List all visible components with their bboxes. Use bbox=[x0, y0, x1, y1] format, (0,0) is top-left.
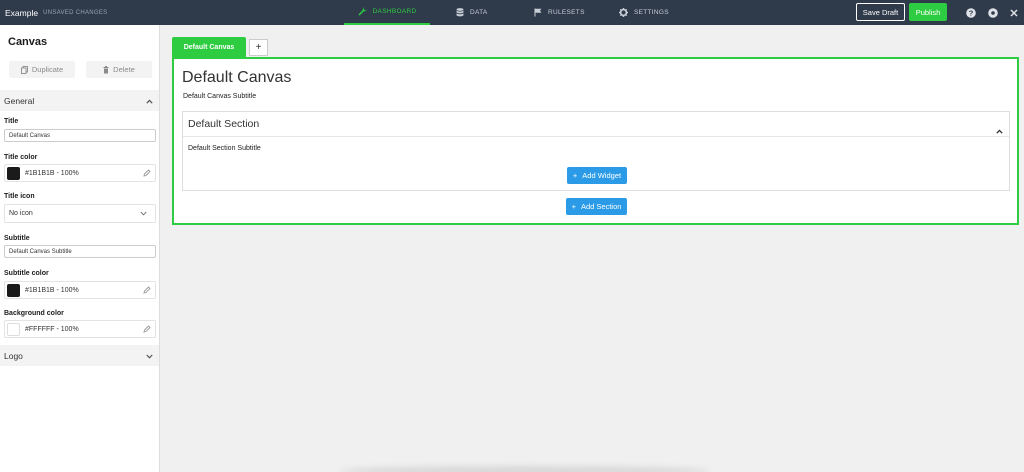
close-icon[interactable] bbox=[1008, 7, 1019, 18]
pencil-icon[interactable] bbox=[143, 325, 151, 335]
help-icon[interactable]: ? bbox=[965, 7, 976, 18]
save-draft-button[interactable]: Save Draft bbox=[856, 3, 905, 21]
database-icon bbox=[456, 8, 464, 17]
settings-circle-icon[interactable] bbox=[987, 7, 998, 18]
plus-icon: + bbox=[571, 202, 576, 211]
title-color-field[interactable]: #1B1B1B - 100% bbox=[4, 164, 156, 182]
canvas-title: Default Canvas bbox=[182, 69, 292, 86]
chevron-down-icon bbox=[146, 351, 153, 361]
app-title: Example bbox=[5, 7, 39, 18]
background-color-value: #FFFFFF - 100% bbox=[25, 325, 79, 333]
nav-tab-dashboard[interactable]: DASHBOARD bbox=[344, 0, 430, 25]
add-tab-button[interactable]: + bbox=[249, 39, 268, 56]
pencil-icon[interactable] bbox=[143, 169, 151, 179]
trash-icon bbox=[103, 65, 109, 74]
properties-sidebar: Canvas Duplicate Delete General Title De… bbox=[0, 25, 160, 472]
add-section-button[interactable]: + Add Section bbox=[566, 198, 627, 215]
subtitle-color-value: #1B1B1B - 100% bbox=[25, 286, 79, 294]
svg-text:?: ? bbox=[968, 8, 973, 17]
chevron-up-icon[interactable] bbox=[996, 121, 1003, 139]
title-icon-label: Title icon bbox=[4, 193, 35, 200]
general-section-header[interactable]: General bbox=[0, 90, 159, 111]
gear-icon bbox=[619, 8, 628, 17]
pencil-icon[interactable] bbox=[143, 286, 151, 296]
section-subtitle: Default Section Subtitle bbox=[188, 145, 261, 152]
background-color-field[interactable]: #FFFFFF - 100% bbox=[4, 320, 156, 338]
subtitle-color-field[interactable]: #1B1B1B - 100% bbox=[4, 281, 156, 299]
title-color-swatch[interactable] bbox=[7, 166, 20, 180]
nav-tab-rulesets[interactable]: RULESETS bbox=[534, 0, 585, 25]
flag-icon bbox=[534, 8, 542, 17]
copy-icon bbox=[20, 65, 28, 74]
duplicate-label: Duplicate bbox=[31, 65, 64, 74]
unsaved-changes-label: UNSAVED CHANGES bbox=[43, 9, 108, 16]
chevron-up-icon bbox=[146, 96, 153, 106]
tab-default-canvas[interactable]: Default Canvas bbox=[172, 37, 246, 57]
nav-label-data: DATA bbox=[470, 9, 488, 16]
background-color-label: Background color bbox=[4, 310, 64, 317]
logo-section-header[interactable]: Logo bbox=[0, 345, 159, 366]
subtitle-input[interactable]: Default Canvas Subtitle bbox=[4, 245, 156, 258]
title-color-label: Title color bbox=[4, 154, 38, 161]
sidebar-title: Canvas bbox=[8, 36, 48, 48]
section-title: Default Section bbox=[188, 118, 260, 130]
title-icon-select[interactable]: No icon bbox=[4, 204, 156, 223]
bottom-shadow bbox=[340, 466, 710, 472]
title-color-value: #1B1B1B - 100% bbox=[25, 169, 79, 177]
section-header[interactable]: Default Section bbox=[183, 112, 1009, 137]
title-input[interactable]: Default Canvas bbox=[4, 129, 156, 142]
nav-label-settings: SETTINGS bbox=[634, 9, 669, 16]
canvas-subtitle: Default Canvas Subtitle bbox=[183, 93, 257, 100]
title-field-label: Title bbox=[4, 118, 19, 125]
add-section-label: Add Section bbox=[580, 202, 622, 211]
general-section-label: General bbox=[4, 95, 35, 106]
nav-label-rulesets: RULESETS bbox=[548, 9, 585, 16]
subtitle-color-swatch[interactable] bbox=[7, 283, 20, 297]
default-section: Default Section Default Section Subtitle… bbox=[182, 111, 1010, 191]
delete-label: Delete bbox=[113, 65, 135, 74]
subtitle-color-label: Subtitle color bbox=[4, 270, 49, 277]
add-widget-button[interactable]: + Add Widget bbox=[567, 167, 627, 184]
publish-button[interactable]: Publish bbox=[909, 3, 947, 21]
delete-button[interactable]: Delete bbox=[86, 61, 152, 78]
canvas-area: Default Canvas Default Canvas Subtitle D… bbox=[172, 57, 1019, 225]
nav-label-dashboard: DASHBOARD bbox=[372, 8, 417, 15]
add-widget-label: Add Widget bbox=[582, 171, 622, 180]
subtitle-field-label: Subtitle bbox=[4, 235, 30, 242]
plus-icon: + bbox=[572, 171, 578, 180]
top-bar: Example UNSAVED CHANGES DASHBOARD DATA R… bbox=[0, 0, 1024, 25]
background-color-swatch[interactable] bbox=[7, 322, 20, 336]
wrench-icon bbox=[358, 7, 367, 16]
nav-tab-data[interactable]: DATA bbox=[456, 0, 488, 25]
nav-tab-settings[interactable]: SETTINGS bbox=[619, 0, 669, 25]
logo-section-label: Logo bbox=[4, 350, 23, 361]
duplicate-button[interactable]: Duplicate bbox=[9, 61, 75, 78]
chevron-down-icon bbox=[140, 211, 147, 218]
title-icon-value: No icon bbox=[9, 210, 33, 217]
